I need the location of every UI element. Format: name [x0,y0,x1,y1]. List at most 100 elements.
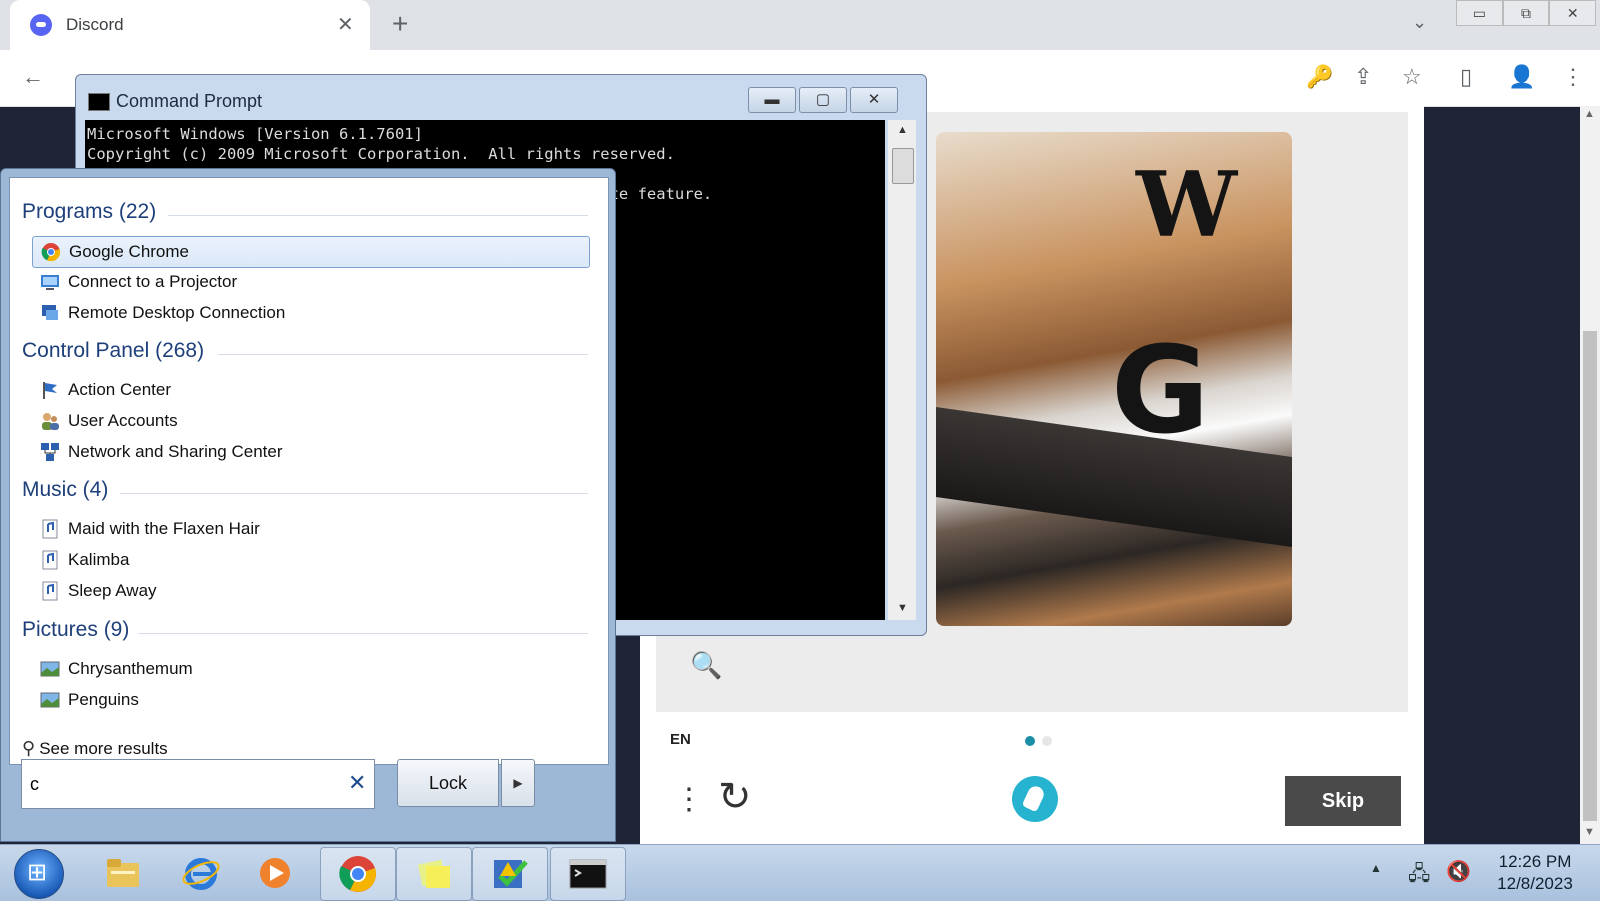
language-label[interactable]: EN [670,731,691,748]
cmd-maximize-button[interactable]: ▢ [799,87,847,113]
minimize-button[interactable]: ▭ [1456,0,1503,26]
start-search-box[interactable]: ✕ [21,759,375,809]
result-chrysanthemum[interactable]: Chrysanthemum [32,654,588,684]
group-programs: Programs (22) [22,200,157,223]
chrome-icon [339,856,376,892]
result-maid-flaxen-hair[interactable]: Maid with the Flaxen Hair [32,514,588,544]
lock-button[interactable]: Lock [397,759,499,807]
result-user-accounts[interactable]: User Accounts [32,406,588,436]
taskbar-action-center[interactable] [472,847,548,901]
start-search-input[interactable] [28,768,332,800]
see-more-label: See more results [39,739,168,758]
result-label: Sleep Away [68,581,157,600]
cmd-minimize-button[interactable]: ▬ [748,87,796,113]
internet-explorer-icon [182,858,220,890]
result-label: Google Chrome [69,242,190,261]
result-label: Penguins [68,690,139,709]
cmd-title: Command Prompt [116,91,263,111]
result-penguins[interactable]: Penguins [32,685,588,715]
media-player-icon [260,858,290,888]
discord-icon [30,14,52,36]
new-tab-button[interactable]: + [392,8,408,40]
result-connect-projector[interactable]: Connect to a Projector [32,267,588,297]
sticky-notes-icon [417,859,450,888]
refresh-icon[interactable]: ↻ [718,774,752,820]
taskbar-explorer[interactable] [86,847,160,899]
taskbar-sticky-notes[interactable] [396,847,472,901]
result-label: Network and Sharing Center [68,442,283,461]
see-more-results-link[interactable]: ⚲ See more results [22,738,168,759]
result-label: Kalimba [68,550,130,569]
taskbar-internet-explorer[interactable] [164,847,238,899]
scroll-thumb[interactable] [1583,331,1597,821]
cmd-scroll-up-icon[interactable]: ▲ [897,124,908,136]
result-label: User Accounts [68,411,178,430]
result-google-chrome[interactable]: Google Chrome [32,236,590,268]
result-sleep-away[interactable]: Sleep Away [32,576,588,606]
cmd-scroll-down-icon[interactable]: ▼ [897,602,908,614]
volume-muted-icon[interactable]: 🔇 [1446,859,1471,884]
share-icon[interactable]: ⇪ [1354,64,1372,90]
network-icon [41,443,59,461]
search-icon[interactable]: 🔍 [690,650,722,681]
tab-search-dropdown-icon[interactable]: ⌄ [1412,12,1427,33]
search-magnifier-icon: ⚲ [22,738,36,758]
result-kalimba[interactable]: Kalimba [32,545,588,575]
browser-menu-icon[interactable]: ⋮ [1562,64,1584,90]
image-file-icon [40,692,60,708]
profile-icon[interactable]: 👤 [1508,64,1535,90]
mp3-file-icon [42,581,58,601]
result-network-sharing[interactable]: Network and Sharing Center [32,437,588,467]
window-controls: ▭ ⧉ ✕ [1456,0,1597,26]
carousel-dot[interactable] [1042,736,1052,746]
taskbar-media-player[interactable] [238,847,312,899]
skip-button[interactable]: Skip [1285,776,1401,826]
cmd-line: Microsoft Windows [Version 6.1.7601] [87,125,423,143]
cmd-scrollbar[interactable]: ▲ ▼ [888,120,916,620]
result-label: Maid with the Flaxen Hair [68,519,260,538]
generated-image[interactable]: W G [936,132,1292,626]
image-letter-w: W [1136,152,1238,258]
folder-icon [107,859,139,887]
network-tray-icon[interactable]: 🖧 [1408,859,1430,893]
tab-close-icon[interactable]: ✕ [337,12,354,37]
taskbar-command-prompt[interactable] [550,847,626,901]
show-hidden-icons-arrow[interactable]: ▲ [1370,861,1382,875]
chrome-icon [41,243,61,262]
close-window-button[interactable]: ✕ [1549,0,1597,26]
divider [218,354,588,355]
hand-wave-icon[interactable] [1012,776,1058,822]
side-panel-icon[interactable]: ▯ [1460,64,1472,90]
cmd-app-icon [88,93,110,111]
projector-icon [41,275,59,290]
clear-search-icon[interactable]: ✕ [348,770,366,796]
taskbar-chrome[interactable] [320,847,396,901]
power-options-arrow-button[interactable]: ▶ [501,759,535,807]
group-pictures: Pictures (9) [22,618,130,641]
image-file-icon [40,661,60,677]
cmd-close-button[interactable]: ✕ [850,87,898,113]
password-key-icon[interactable]: 🔑 [1306,64,1333,90]
scroll-down-icon[interactable]: ▼ [1584,826,1595,838]
more-options-icon[interactable]: ⋮ [674,782,704,817]
flag-icon [43,382,57,399]
result-action-center[interactable]: Action Center [32,375,588,405]
carousel-dot-active[interactable] [1025,736,1035,746]
mp3-file-icon [42,550,58,570]
bookmark-star-icon[interactable]: ☆ [1402,64,1422,90]
clock[interactable]: 12:26 PM 12/8/2023 [1480,851,1590,895]
start-button[interactable] [14,849,64,899]
cmd-line: Copyright (c) 2009 Microsoft Corporation… [87,145,675,163]
remote-desktop-icon [42,305,58,320]
tab-discord[interactable]: Discord ✕ [10,0,370,50]
page-scrollbar[interactable]: ▲ ▼ [1580,106,1600,844]
result-label: Action Center [68,380,171,399]
cmd-scroll-thumb[interactable] [892,148,914,184]
result-remote-desktop[interactable]: Remote Desktop Connection [32,298,588,328]
restore-button[interactable]: ⧉ [1502,0,1550,26]
divider [120,493,588,494]
image-letter-g: G [1111,322,1210,461]
back-icon[interactable]: ← [22,64,44,90]
search-bar[interactable]: 🔍 [660,632,1408,702]
scroll-up-icon[interactable]: ▲ [1584,108,1595,120]
